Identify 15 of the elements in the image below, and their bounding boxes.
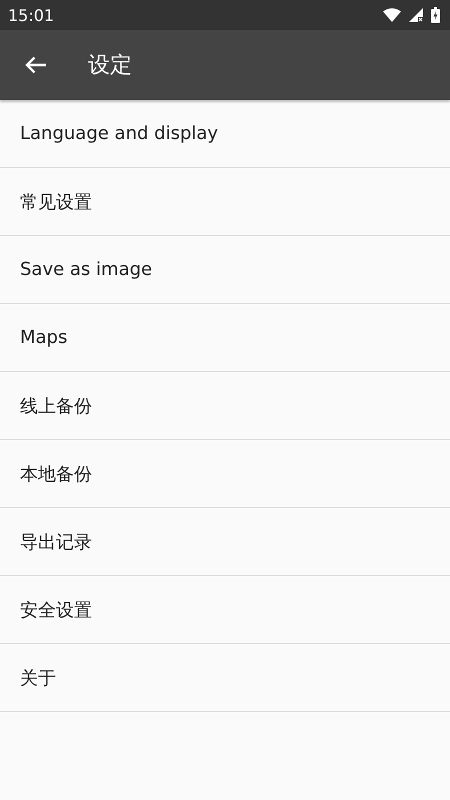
status-time: 15:01	[8, 6, 54, 24]
settings-item[interactable]: 常见设置	[0, 168, 450, 236]
settings-item[interactable]: Language and display	[0, 100, 450, 168]
settings-item[interactable]: 安全设置	[0, 576, 450, 644]
back-arrow-icon	[25, 56, 47, 74]
settings-item[interactable]: 导出记录	[0, 508, 450, 576]
settings-item[interactable]: Save as image	[0, 236, 450, 304]
settings-item[interactable]: 关于	[0, 644, 450, 712]
signal-icon	[409, 8, 423, 22]
battery-icon	[431, 7, 440, 23]
wifi-icon	[383, 8, 401, 22]
settings-item[interactable]: Maps	[0, 304, 450, 372]
settings-item[interactable]: 线上备份	[0, 372, 450, 440]
screen-title: 设定	[88, 52, 132, 80]
settings-item[interactable]: 本地备份	[0, 440, 450, 508]
